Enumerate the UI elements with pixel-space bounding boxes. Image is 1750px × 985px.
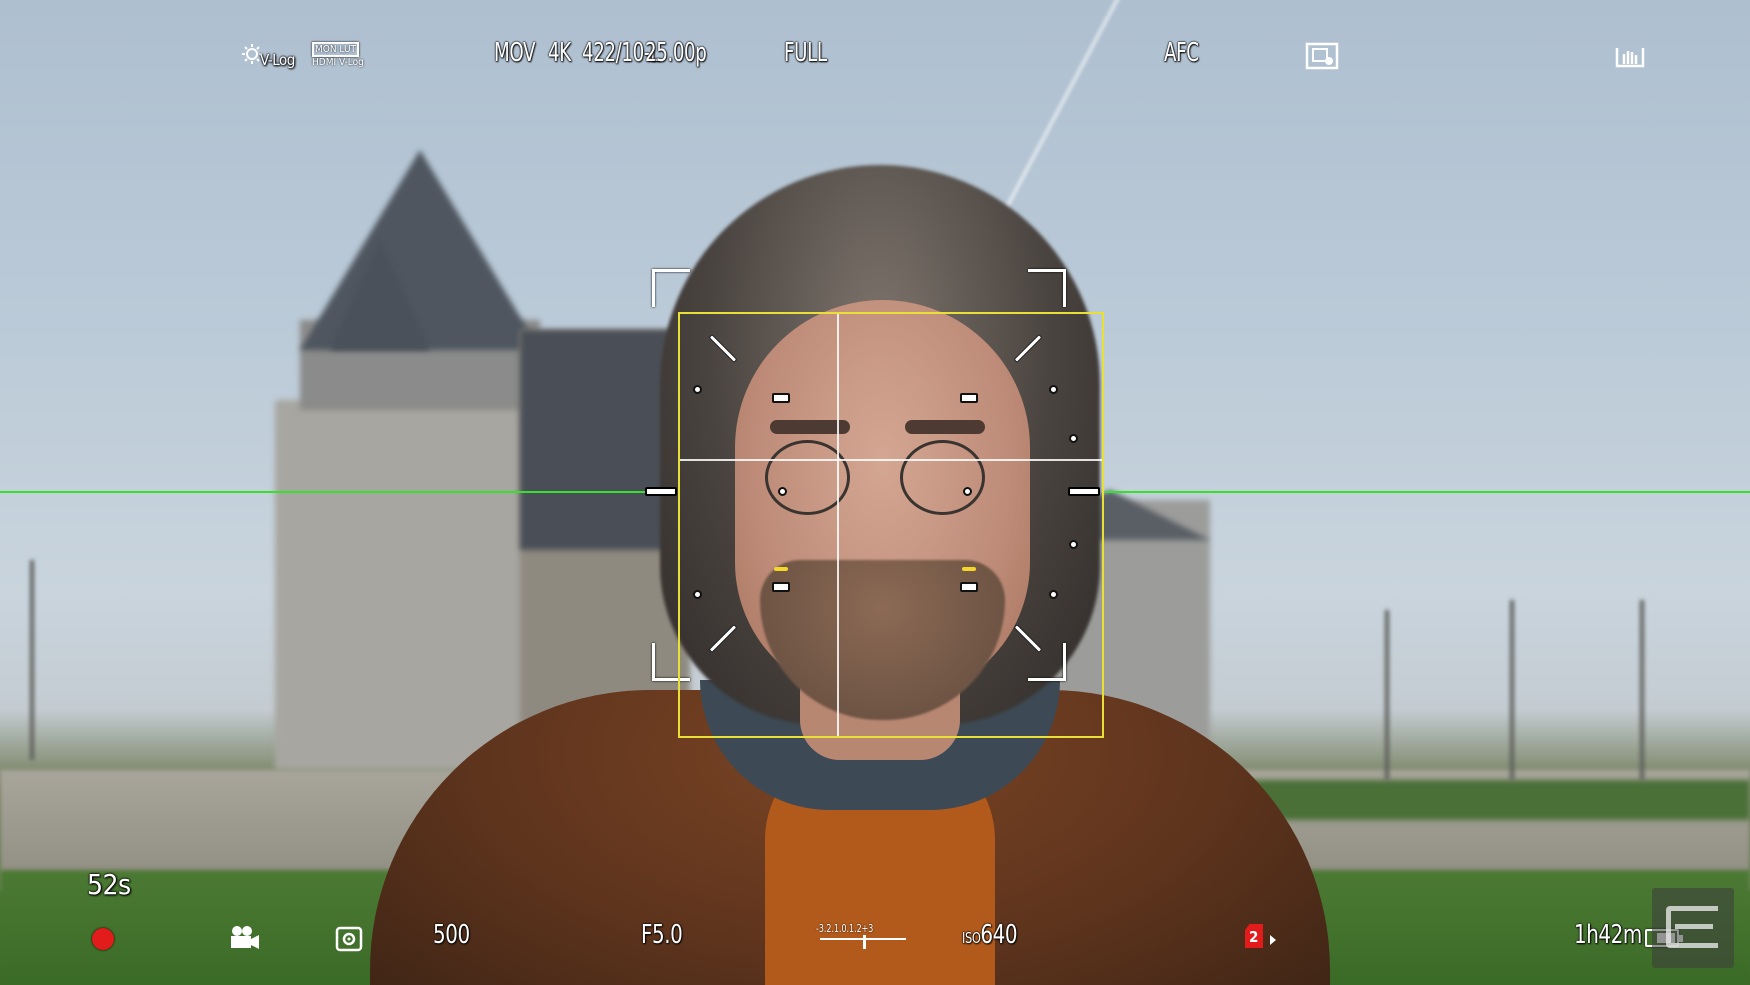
frame-rate[interactable]: 25.00p [645, 38, 707, 68]
af-area-corner [652, 269, 690, 307]
photo-style-label: V-Log [260, 51, 295, 69]
af-dot-marker [1049, 385, 1058, 394]
af-point-marker [960, 393, 978, 403]
castle-roof-small [330, 240, 430, 350]
af-dot-marker [693, 385, 702, 394]
engadget-logo-icon [1652, 888, 1734, 968]
af-point-marker [772, 393, 790, 403]
af-dot-marker [1069, 540, 1078, 549]
af-crosshair-horizontal [680, 459, 1102, 461]
exposure-meter[interactable]: -3.2.1.0.1.2+3 [816, 922, 912, 952]
card-slot-arrow-icon [1270, 935, 1276, 945]
af-dot-marker [1069, 434, 1078, 443]
camera-live-view: V-Log MON LUT HDMI V-Log MOV 4K 422/10-L… [0, 0, 1750, 985]
record-indicator-icon[interactable] [92, 928, 114, 950]
af-area-corner [1028, 269, 1066, 307]
af-point-marker [960, 582, 978, 592]
exposure-needle [863, 935, 866, 949]
sensor-crop[interactable]: FULL [784, 38, 827, 68]
tree [1510, 600, 1514, 780]
lut-hdmi-label: HDMI V-Log [312, 57, 364, 68]
af-dot-marker [693, 590, 702, 599]
af-dot-marker [1049, 590, 1058, 599]
tree [1640, 600, 1644, 780]
af-point-marker [772, 582, 790, 592]
hedge [1250, 780, 1750, 820]
lut-monitor-label: MON LUT [312, 42, 360, 57]
af-face-box[interactable] [678, 312, 1104, 738]
image-stabilizer-icon[interactable] [1613, 44, 1647, 70]
af-dot-marker [963, 487, 972, 496]
level-gauge-line [1105, 491, 1750, 493]
af-mode[interactable]: AFC [1164, 38, 1199, 68]
subject-detect-icon[interactable] [1305, 42, 1339, 70]
af-dot-marker [778, 487, 787, 496]
metering-icon[interactable] [335, 926, 363, 952]
tree [30, 560, 34, 760]
movie-camera-icon[interactable] [228, 924, 262, 952]
iso-readout[interactable]: ISO640 [962, 920, 1018, 950]
castle-tower [275, 400, 555, 770]
af-point-highlight [774, 567, 788, 571]
card-slot-number: 2 [1249, 928, 1259, 946]
iso-label: ISO [962, 929, 981, 947]
level-gauge-marker [645, 487, 677, 496]
level-gauge-line [0, 491, 645, 493]
af-point-highlight [962, 567, 976, 571]
v-log-icon[interactable]: V-Log [242, 42, 295, 70]
iso-value: 640 [980, 920, 1018, 950]
resolution[interactable]: 4K [548, 38, 571, 68]
exposure-scale: -3.2.1.0.1.2+3 [816, 922, 874, 935]
aperture-value[interactable]: F5.0 [641, 920, 683, 950]
file-format[interactable]: MOV [494, 38, 535, 68]
lut-indicator[interactable]: MON LUT HDMI V-Log [312, 42, 364, 68]
castle-building-roof [520, 330, 670, 550]
tree [1385, 610, 1389, 780]
remaining-record-time: 1h42m [1574, 920, 1642, 950]
engadget-logo-mark [1666, 906, 1718, 948]
shutter-speed[interactable]: 500 [433, 920, 470, 950]
record-time-elapsed: 52s [87, 868, 131, 901]
af-crosshair-vertical [837, 314, 839, 736]
card-slot-icon[interactable]: 2 [1245, 924, 1263, 948]
